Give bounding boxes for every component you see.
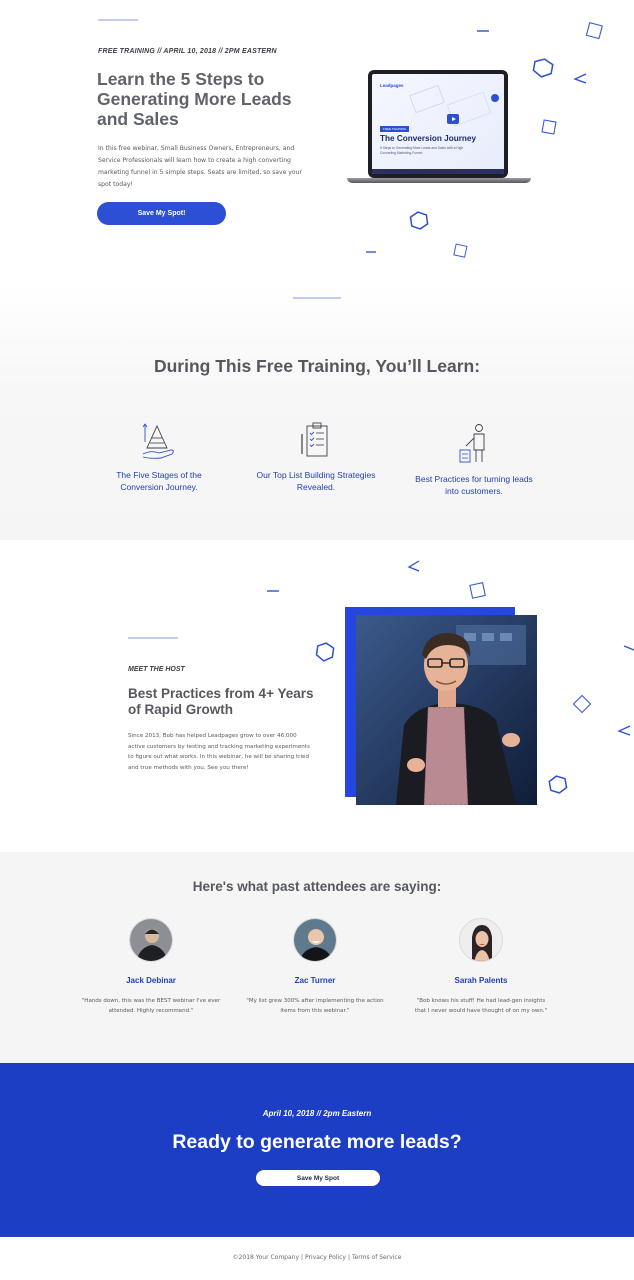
host-title: Best Practices from 4+ Years of Rapid Gr… (128, 686, 314, 717)
privacy-policy-link[interactable]: Privacy Policy (305, 1254, 346, 1261)
testimonial-name: Zac Turner (294, 976, 336, 985)
feature-item: Our Top List Building Strategies Reveale… (256, 420, 376, 493)
testimonial-name: Sarah Palents (454, 976, 508, 985)
avatar (459, 918, 503, 962)
host-accent-line (128, 637, 178, 639)
cta-date: April 10, 2018 // 2pm Eastern (262, 1109, 372, 1118)
host-kicker: MEET THE HOST (128, 666, 185, 673)
avatar (129, 918, 173, 962)
feature-label: The Five Stages of the Conversion Journe… (116, 470, 202, 492)
testimonial-quote: "Bob knows his stuff! He had lead-gen in… (414, 998, 548, 1014)
testimonial-card: Jack Debinar "Hands down, this was the B… (81, 918, 221, 1016)
clipboard-list-icon (301, 422, 328, 457)
footer: ©2018 Your Company | Privacy Policy | Terms … (0, 1254, 634, 1261)
cta-title: Ready to generate more leads? (172, 1131, 462, 1153)
footer-separator: | (347, 1254, 350, 1261)
testimonial-card: Zac Turner "My list grew 300% after impl… (245, 918, 385, 1016)
feature-item: Best Practices for turning leads into cu… (414, 420, 534, 497)
feature-item: The Five Stages of the Conversion Journe… (99, 420, 219, 493)
decorative-shapes-hero (366, 21, 603, 258)
host-photo-illustration (356, 615, 537, 805)
testimonial-quote: "My list grew 300% after implementing th… (246, 998, 384, 1014)
pyramid-hand-icon (142, 423, 174, 459)
avatar (293, 918, 337, 962)
testimonial-quote: "Hands down, this was the BEST webinar I… (81, 998, 221, 1014)
testimonial-card: Sarah Palents "Bob knows his stuff! He h… (411, 918, 551, 1016)
feature-label: Our Top List Building Strategies Reveale… (256, 470, 376, 492)
host-description: Since 2013, Bob has helped Leadpages gro… (128, 733, 310, 771)
testimonials-heading: Here's what past attendees are saying: (192, 879, 442, 894)
terms-of-service-link[interactable]: Terms of Service (352, 1254, 401, 1261)
decorative-shapes-host (267, 560, 634, 794)
save-my-spot-cta-button[interactable]: Save My Spot (256, 1170, 380, 1186)
learn-section (0, 283, 634, 540)
testimonial-name: Jack Debinar (126, 976, 176, 985)
footer-copyright: ©2018 Your Company (232, 1254, 300, 1261)
host-photo (356, 615, 537, 805)
learn-heading: During This Free Training, You’ll Learn: (153, 356, 481, 376)
footer-separator: | (301, 1254, 304, 1261)
feature-label: Best Practices for turning leads into cu… (415, 474, 533, 496)
person-podium-icon (459, 424, 485, 463)
learn-accent-line (293, 297, 341, 299)
